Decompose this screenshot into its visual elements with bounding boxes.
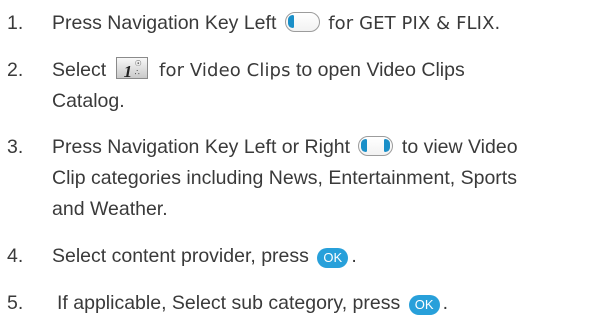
- step-text: Press Navigation Key Left for GET PIX & …: [52, 8, 500, 39]
- step-number: 5.: [7, 292, 24, 314]
- ok-button-icon: OK: [408, 295, 440, 315]
- step-line: Select 1 ☉ ∴ for Video Clips to open Video…: [52, 55, 465, 86]
- step-number: 1.: [7, 12, 24, 34]
- step-number: 3.: [7, 136, 24, 158]
- step-line: If applicable, Select sub category, pres…: [57, 288, 448, 319]
- nav-key-left-icon: [284, 12, 320, 32]
- step-text-after: .: [442, 292, 449, 314]
- step-number: 4.: [7, 245, 24, 267]
- keypad-1-icon: 1 ☉ ∴: [115, 57, 148, 81]
- step-text: Select content provider, press OK.: [52, 241, 357, 272]
- step-text-after: to view Video: [401, 136, 518, 158]
- step-line: Clip categories including News, Entertai…: [52, 167, 517, 189]
- step-line: and Weather.: [52, 198, 168, 220]
- step-text-after: .: [351, 245, 357, 267]
- step-text-alt: for Video Clips: [159, 60, 291, 81]
- step-line: Press Navigation Key Left or Right to vi…: [52, 132, 518, 163]
- nav-key-left-right-icon: [358, 136, 394, 156]
- step-text: Select 1 ☉ ∴ for Video Clips to open Video…: [52, 55, 465, 117]
- step-text-before: Select content provider, press: [52, 245, 309, 267]
- step-number: 2.: [7, 59, 24, 81]
- step-line: Press Navigation Key Left for GET PIX & …: [52, 8, 500, 39]
- step-line: Select content provider, press OK.: [52, 241, 357, 272]
- step-text-before: Press Navigation Key Left or Right: [52, 136, 351, 158]
- ok-button-icon: OK: [317, 248, 349, 268]
- step-text-after: to open Video Clips: [295, 59, 465, 81]
- step-text-before: Select: [52, 59, 107, 81]
- step-text: Press Navigation Key Left or Right to vi…: [52, 132, 518, 225]
- step-text: If applicable, Select sub category, pres…: [57, 288, 448, 319]
- step-text-before: Press Navigation Key Left: [52, 12, 277, 34]
- step-text-alt: for GET PIX & FLIX.: [328, 13, 501, 34]
- step-line: Catalog.: [52, 90, 125, 112]
- step-text-before: If applicable, Select sub category, pres…: [57, 292, 401, 314]
